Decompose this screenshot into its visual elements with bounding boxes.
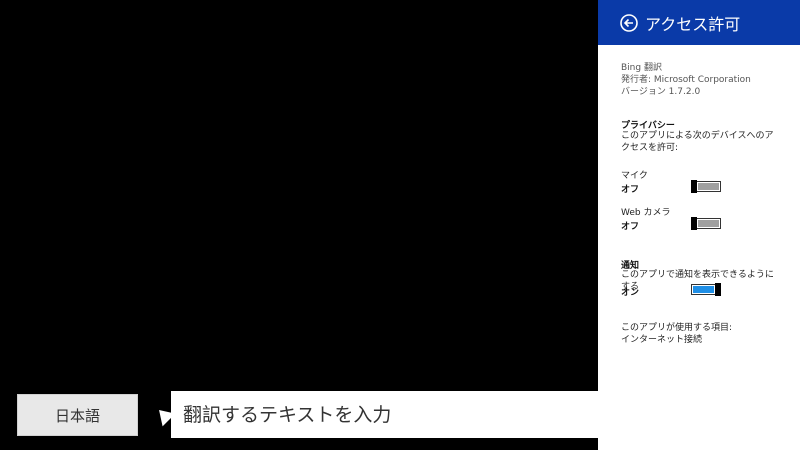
app-uses: このアプリが使用する項目: インターネット接続	[621, 322, 732, 346]
mic-label: マイク	[621, 171, 648, 181]
language-button-label: 日本語	[54, 406, 100, 425]
mic-state: オフ	[621, 185, 640, 195]
privacy-description: このアプリによる次のデバイスへのアクセスを許可:	[621, 131, 774, 153]
app-name: Bing 翻訳	[621, 63, 662, 73]
publisher: 発行者: Microsoft Corporation	[621, 75, 751, 85]
app-canvas: 日本語	[0, 0, 767, 450]
language-button[interactable]: 日本語	[17, 394, 138, 436]
pane-title: アクセス許可	[645, 14, 741, 34]
notifications-state: オン	[621, 288, 640, 298]
webcam-label: Web カメラ	[621, 208, 671, 218]
mic-toggle[interactable]	[691, 180, 721, 193]
webcam-toggle[interactable]	[691, 217, 721, 230]
app-info: Bing 翻訳 発行者: Microsoft Corporation バージョン…	[621, 62, 751, 98]
back-arrow-icon[interactable]	[620, 13, 638, 32]
webcam-state: オフ	[621, 222, 640, 232]
pane-header: アクセス許可	[598, 0, 800, 45]
translate-input[interactable]	[183, 403, 523, 426]
notifications-toggle[interactable]	[691, 283, 721, 296]
uses-item: インターネット接続	[621, 335, 703, 345]
uses-title: このアプリが使用する項目:	[621, 323, 733, 333]
translate-input-box[interactable]	[171, 391, 767, 438]
permissions-pane: アクセス許可 Bing 翻訳 発行者: Microsoft Corporatio…	[598, 0, 800, 450]
version: バージョン 1.7.2.0	[621, 87, 701, 97]
